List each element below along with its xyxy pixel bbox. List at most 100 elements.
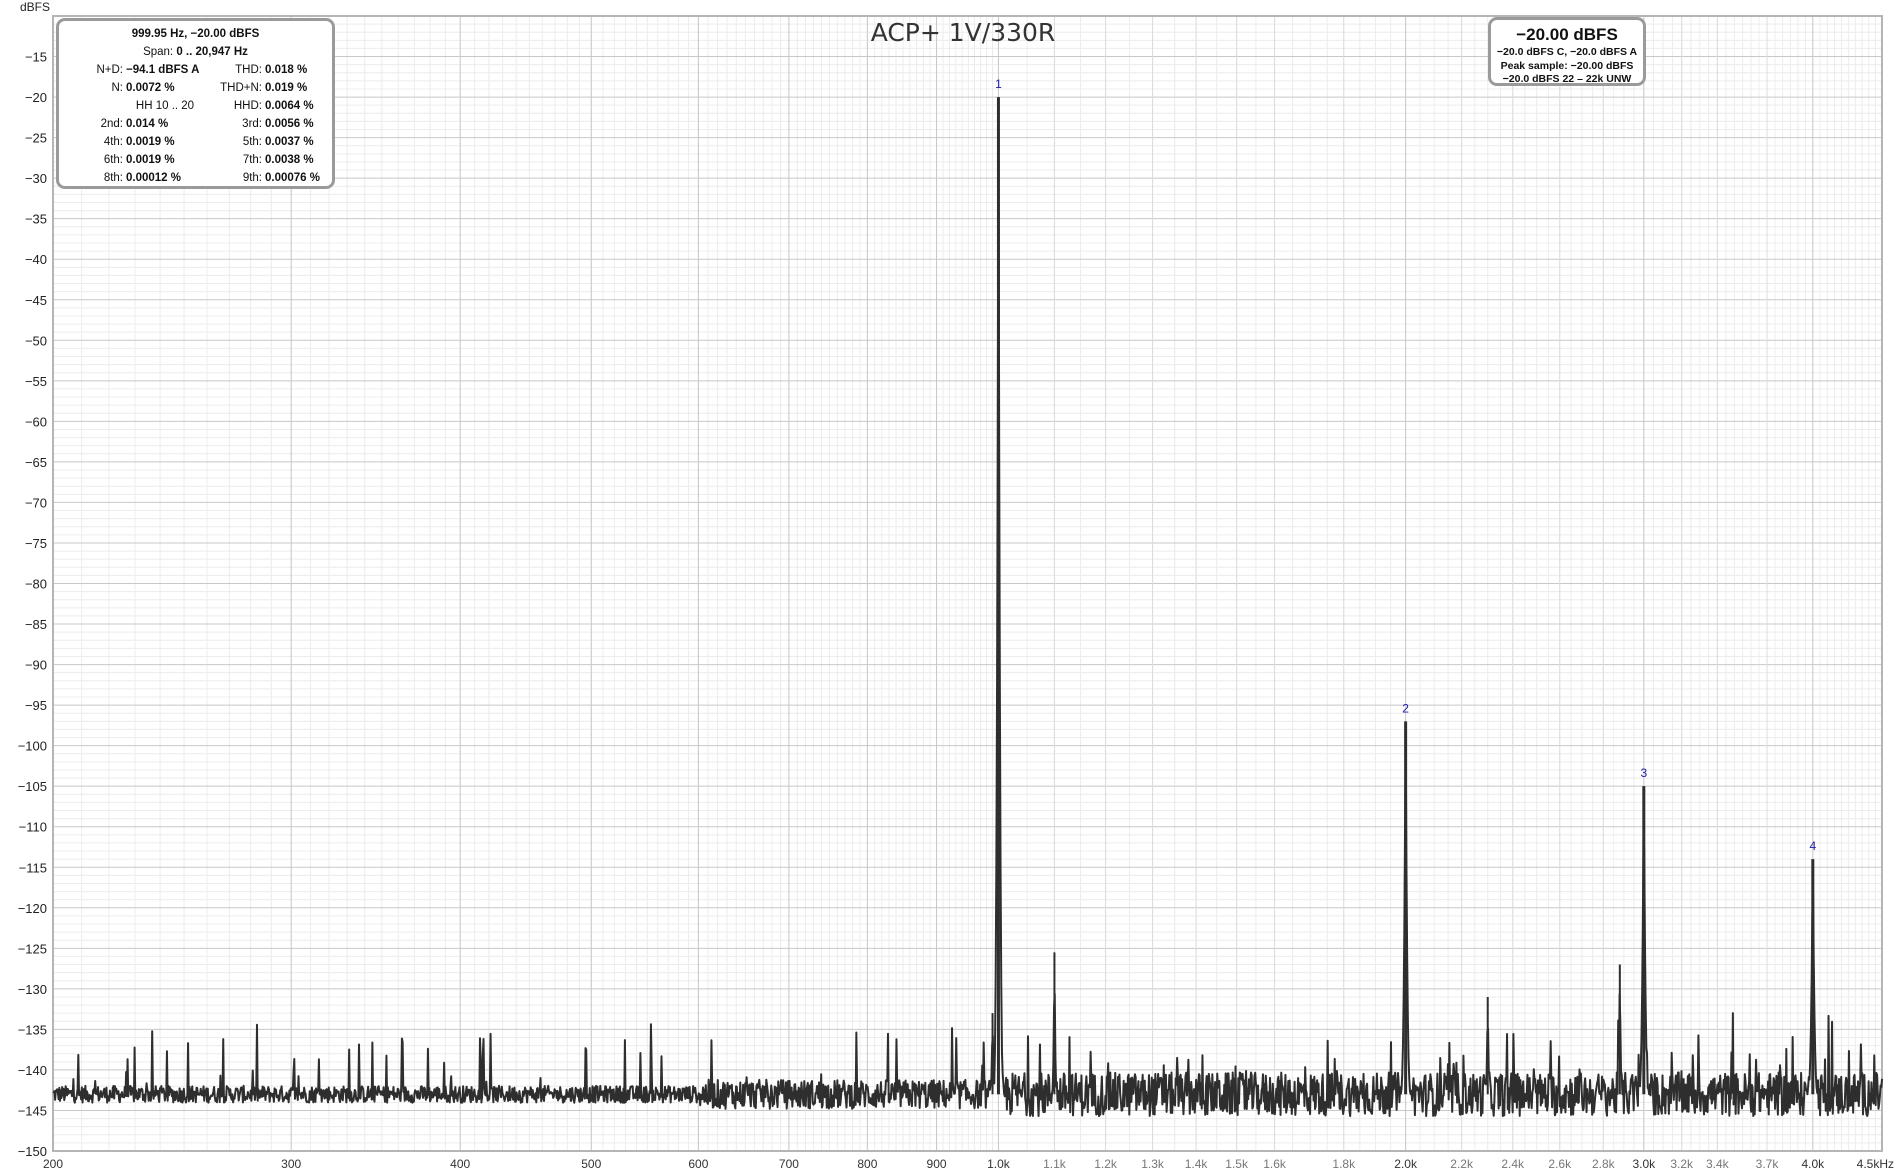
x-tick-label: 500 bbox=[581, 1157, 601, 1171]
y-tick-label: −60 bbox=[25, 414, 47, 429]
y-tick-label: −50 bbox=[25, 333, 47, 348]
y-tick-label: −25 bbox=[25, 131, 47, 146]
y-tick-label: −130 bbox=[18, 982, 47, 997]
y-tick-label: −95 bbox=[25, 698, 47, 713]
y-tick-label: −55 bbox=[25, 374, 47, 389]
distortion-cell-v: 0.0072 % bbox=[126, 82, 175, 94]
x-minor-tick-label: 2.8k bbox=[1592, 1157, 1616, 1171]
distortion-cell-v: 0.014 % bbox=[126, 118, 169, 130]
x-minor-tick-label: 1.4k bbox=[1185, 1157, 1209, 1171]
y-tick-label: −145 bbox=[18, 1103, 47, 1118]
y-tick-label: −20 bbox=[25, 90, 47, 105]
distortion-cell-k bbox=[67, 97, 126, 115]
distortion-cell-k2: THD: bbox=[235, 64, 262, 76]
y-tick-label: −70 bbox=[25, 495, 47, 510]
distortion-cell-v2: 0.0064 % bbox=[265, 100, 314, 112]
distortion-row: 2nd: 0.014 % 3rd: 0.0056 % bbox=[67, 115, 324, 133]
x-tick-label: 400 bbox=[450, 1157, 470, 1171]
distortion-cell-k: N: bbox=[111, 82, 124, 94]
x-minor-tick-label: 2.2k bbox=[1450, 1157, 1474, 1171]
x-tick-label: 700 bbox=[779, 1157, 799, 1171]
distortion-cell-v: 0.00012 % bbox=[126, 172, 181, 184]
level-readout: −20.00 dBFS bbox=[1516, 25, 1618, 44]
x-minor-tick-label: 1.1k bbox=[1043, 1157, 1067, 1171]
distortion-row: 4th: 0.0019 % 5th: 0.0037 % bbox=[67, 133, 324, 151]
distortion-cell-k2: HHD: bbox=[233, 100, 262, 112]
distortion-cell-k2: 5th: bbox=[242, 136, 262, 148]
y-tick-label: −135 bbox=[18, 1022, 47, 1037]
span-value: 0 .. 20,947 Hz bbox=[176, 46, 248, 58]
y-tick-label: −115 bbox=[19, 860, 47, 875]
peak-sample-readout: Peak sample: −20.00 dBFS bbox=[1500, 59, 1634, 72]
distortion-cell-k2: THD+N: bbox=[220, 82, 262, 94]
harmonic-number-label: 3 bbox=[1640, 766, 1647, 780]
distortion-cell-k2: 7th: bbox=[242, 154, 262, 166]
x-tick-label: 4.5kHz bbox=[1857, 1157, 1894, 1171]
x-tick-label: 200 bbox=[43, 1157, 63, 1171]
weighted-level-readout: −20.0 dBFS C, −20.0 dBFS A bbox=[1496, 46, 1638, 58]
x-minor-tick-label: 3.7k bbox=[1756, 1157, 1780, 1171]
y-tick-label: −40 bbox=[25, 252, 47, 267]
y-tick-label: −35 bbox=[25, 212, 47, 227]
x-tick-label: 2.0k bbox=[1394, 1157, 1418, 1171]
distortion-cell-v2: 0.019 % bbox=[265, 82, 308, 94]
x-minor-tick-label: 1.8k bbox=[1332, 1157, 1356, 1171]
span-readout: Span: 0 .. 20,947 Hz bbox=[67, 43, 324, 61]
x-minor-tick-label: 1.6k bbox=[1263, 1157, 1287, 1171]
x-tick-label: 600 bbox=[688, 1157, 708, 1171]
x-tick-label: 1.0k bbox=[987, 1157, 1011, 1171]
x-minor-tick-label: 1.2k bbox=[1094, 1157, 1118, 1171]
distortion-cell-k: 4th: bbox=[103, 136, 123, 148]
x-axis-ticks: 200 300 400 500 600 700 800 900 1.0k 2.0k 3.0k 4.0k… bbox=[43, 1157, 1894, 1171]
distortion-cell-v2: 0.018 % bbox=[265, 64, 308, 76]
distortion-row: 6th: 0.0019 % 7th: 0.0038 % bbox=[67, 151, 324, 169]
x-tick-label: 4.0k bbox=[1801, 1157, 1825, 1171]
distortion-cell-v2: 0.0038 % bbox=[265, 154, 314, 166]
y-tick-label: −75 bbox=[25, 536, 47, 551]
x-minor-tick-label: 2.4k bbox=[1501, 1157, 1525, 1171]
y-tick-label: −80 bbox=[25, 577, 47, 592]
x-tick-label: 900 bbox=[927, 1157, 947, 1171]
x-tick-label: 3.0k bbox=[1632, 1157, 1656, 1171]
distortion-cell-v2: 0.00076 % bbox=[265, 172, 320, 184]
distortion-cell-v: 0.0019 % bbox=[126, 154, 175, 166]
harmonic-number-label: 1 bbox=[995, 77, 1002, 91]
y-tick-label: −105 bbox=[18, 779, 47, 794]
x-minor-tick-label: 2.6k bbox=[1548, 1157, 1572, 1171]
fundamental-readout: 999.95 Hz, −20.00 dBFS bbox=[131, 28, 260, 40]
distortion-cell-k2: 3rd: bbox=[242, 118, 262, 130]
span-label: Span: bbox=[143, 46, 174, 58]
distortion-row: N: 0.0072 % THD+N: 0.019 % bbox=[67, 79, 324, 97]
harmonic-number-label: 4 bbox=[1809, 839, 1816, 853]
level-info-panel: −20.00 dBFS −20.0 dBFS C, −20.0 dBFS A P… bbox=[1488, 17, 1646, 86]
unweighted-level-readout: −20.0 dBFS 22 – 22k UNW bbox=[1502, 73, 1632, 85]
x-minor-tick-label: 3.2k bbox=[1670, 1157, 1694, 1171]
measurement-info-panel: 999.95 Hz, −20.00 dBFS Span: 0 .. 20,947… bbox=[56, 18, 335, 189]
distortion-cell-v2: 0.0037 % bbox=[265, 136, 314, 148]
y-axis-unit-label: dBFS bbox=[20, 0, 50, 14]
distortion-cell-k: N+D: bbox=[96, 64, 123, 76]
y-tick-label: −120 bbox=[18, 901, 47, 916]
distortion-cell-v2: 0.0056 % bbox=[265, 118, 314, 130]
distortion-cell-k: 6th: bbox=[103, 154, 123, 166]
y-tick-label: −15 bbox=[25, 50, 47, 65]
y-tick-label: −30 bbox=[25, 171, 47, 186]
x-tick-label: 300 bbox=[281, 1157, 301, 1171]
y-tick-label: −140 bbox=[18, 1063, 47, 1078]
distortion-row: 8th: 0.00012 % 9th: 0.00076 % bbox=[67, 169, 324, 187]
y-tick-label: −110 bbox=[19, 820, 47, 835]
chart-title: ACP+ 1V/330R bbox=[871, 18, 1056, 47]
y-tick-label: −45 bbox=[25, 293, 47, 308]
distortion-cell-v: HH 10 .. 20 bbox=[135, 100, 195, 112]
x-minor-tick-label: 3.4k bbox=[1706, 1157, 1730, 1171]
y-tick-label: −125 bbox=[18, 941, 47, 956]
y-tick-label: −85 bbox=[25, 617, 47, 632]
distortion-row: N+D: −94.1 dBFS A THD: 0.018 % bbox=[67, 61, 324, 79]
distortion-cell-k2: 9th: bbox=[242, 172, 262, 184]
y-tick-label: −65 bbox=[25, 455, 47, 470]
distortion-row: HH 10 .. 20 HHD: 0.0064 % bbox=[67, 97, 324, 115]
distortion-cell-k: 8th: bbox=[103, 172, 123, 184]
x-minor-tick-label: 1.5k bbox=[1225, 1157, 1249, 1171]
distortion-cell-k: 2nd: bbox=[100, 118, 123, 130]
distortion-cell-v: −94.1 dBFS A bbox=[126, 64, 200, 76]
